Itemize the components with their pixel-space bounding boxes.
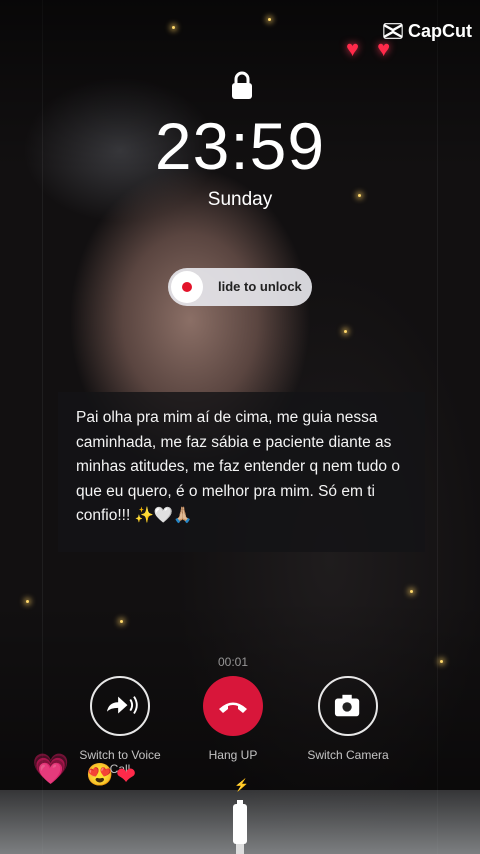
- switch-camera-button[interactable]: [318, 676, 378, 736]
- hang-up-button[interactable]: [203, 676, 263, 736]
- sparkle: [26, 600, 29, 603]
- heart-eyes-icon: 😍: [86, 762, 114, 787]
- sparkle: [410, 590, 413, 593]
- hang-up-icon: [219, 702, 247, 713]
- lock-icon: [232, 71, 252, 99]
- caption-box: Pai olha pra mim aí de cima, me guia nes…: [58, 392, 425, 552]
- charging-cable-icon: [233, 800, 247, 854]
- slider-label: lide to unlock: [218, 279, 302, 294]
- lightning-bolt-icon: ⚡: [234, 778, 249, 792]
- record-dot-icon: [182, 282, 192, 292]
- camera-icon: [334, 694, 360, 717]
- capcut-watermark: CapCut: [382, 20, 472, 42]
- heart-icon: ♥: [346, 36, 360, 61]
- hang-up-label: Hang UP: [208, 748, 258, 762]
- slide-to-unlock[interactable]: lide to unlock: [168, 268, 312, 306]
- sparkle: [268, 18, 271, 21]
- capcut-logo-icon: [383, 23, 403, 39]
- clock-day: Sunday: [207, 189, 273, 210]
- pink-heart-icon: 💗: [32, 753, 70, 786]
- slider-knob[interactable]: [171, 271, 203, 303]
- sparkle: [120, 620, 123, 623]
- sparkle: [172, 26, 175, 29]
- call-duration: 00:01: [217, 655, 249, 669]
- watermark-text: CapCut: [408, 20, 472, 41]
- switch-camera-label: Switch Camera: [307, 748, 389, 762]
- red-heart-icon: ❤: [116, 763, 137, 790]
- voice-call-icon: [106, 696, 138, 714]
- sparkle: [344, 330, 347, 333]
- clock-time: 23:59: [154, 109, 326, 183]
- switch-to-voice-call-button[interactable]: [90, 676, 150, 736]
- caption-text: Pai olha pra mim aí de cima, me guia nes…: [76, 409, 400, 524]
